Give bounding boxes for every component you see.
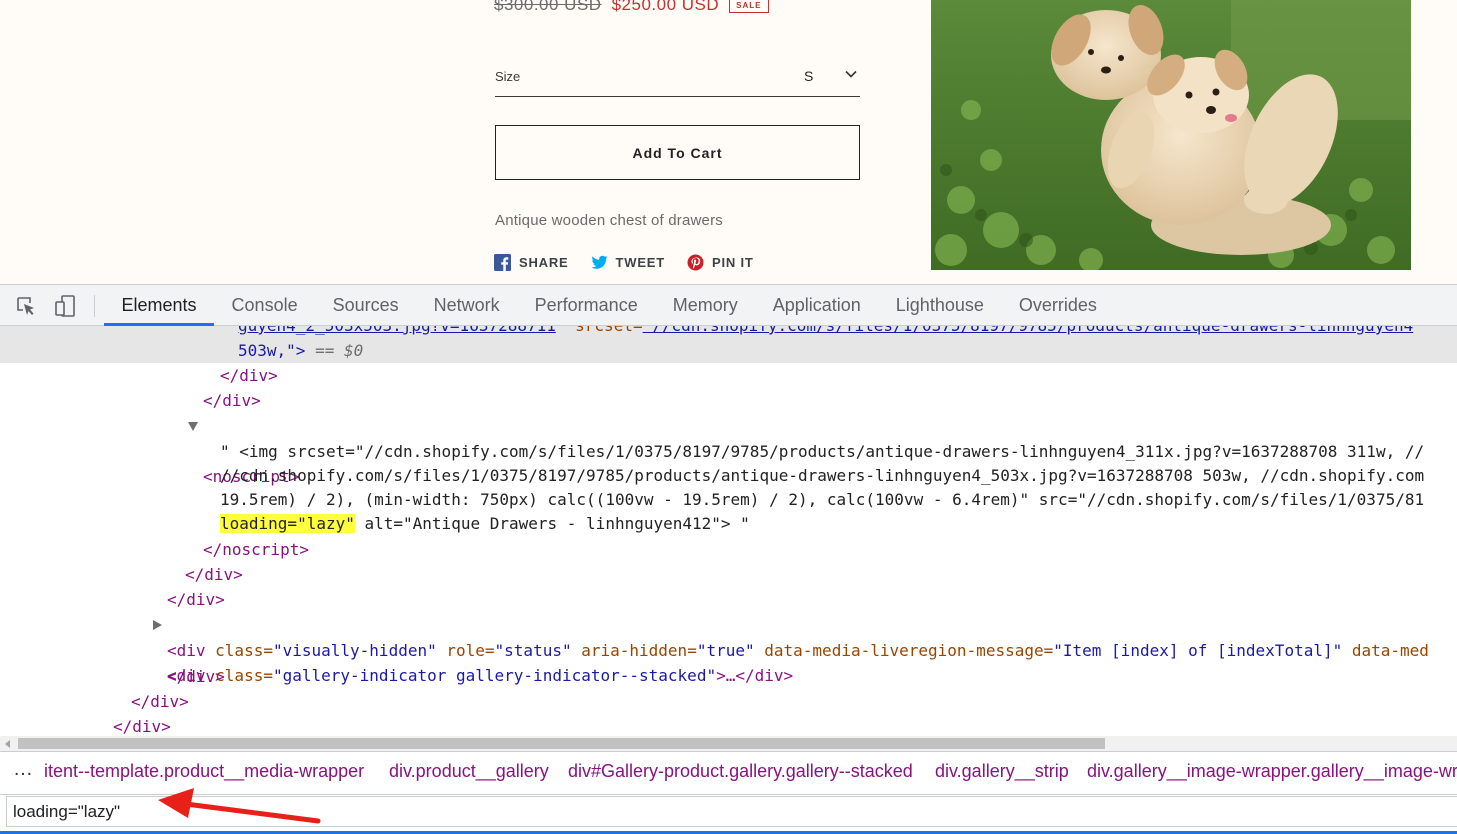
tab-performance[interactable]: Performance [517,285,655,326]
dom-tag: </div> [167,590,225,609]
dom-attr-value: "status" [494,641,572,660]
dom-line[interactable]: </div> [0,714,1457,736]
dom-line[interactable]: </div> [0,388,1457,413]
dom-link[interactable]: "//cdn.shopify.com/s/files/1/0375/8197/9… [643,326,1414,335]
dom-line-selected[interactable]: guyen4_2_503x503.jpg?v=1637288711 srcset… [0,326,1457,338]
dom-line[interactable]: </div> [0,689,1457,714]
toolbar-divider [94,295,95,317]
share-twitter-link[interactable]: TWEET [591,254,666,271]
dom-text-node: alt="Antique Drawers - linhnguyen412"> " [354,514,750,533]
breadcrumb-item[interactable]: itent--template.product__media-wrapper [44,761,364,782]
share-pinterest-link[interactable]: PIN IT [687,254,754,271]
size-label: Size [495,69,521,84]
horizontal-scrollbar[interactable] [0,736,1457,751]
dom-attr-name: aria-hidden= [571,641,697,660]
price-row: $300.00 USD $250.00 USD SALE [494,0,769,17]
dom-link[interactable]: guyen4_2_503x503.jpg?v=1637288711 [238,326,556,335]
dom-search-input[interactable] [6,796,1457,827]
dom-tag: </div> [185,565,243,584]
sale-price: $250.00 USD [611,0,720,14]
dom-line[interactable]: 19.5rem) / 2), (min-width: 750px) calc((… [0,487,1457,512]
dom-tag: </div> [167,667,225,686]
search-match-highlight: loading="lazy" [220,514,355,533]
share-facebook-link[interactable]: SHARE [494,254,569,271]
tab-lighthouse[interactable]: Lighthouse [878,285,1001,326]
collapse-triangle-icon[interactable] [153,620,162,630]
dom-tag: </div> [203,391,261,410]
dom-line[interactable]: <div class="visually-hidden" role="statu… [0,638,1457,663]
pinterest-icon [687,254,704,271]
tab-overrides[interactable]: Overrides [1001,285,1114,326]
dom-search-bar [0,795,1457,831]
dom-text-node: //cdn.shopify.com/s/files/1/0375/8197/97… [220,466,1425,485]
share-twitter-label: TWEET [615,255,666,270]
size-select[interactable]: Size S [495,58,860,97]
dom-line[interactable]: </noscript> [0,537,1457,562]
dom-line[interactable]: loading="lazy" alt="Antique Drawers - li… [0,511,1457,536]
add-to-cart-button[interactable]: Add To Cart [495,125,860,180]
breadcrumb-item[interactable]: div.gallery__strip [935,761,1069,782]
dom-attr-value: 503w,"> [238,341,306,360]
dom-line[interactable]: <div class="gallery-indicator gallery-in… [0,613,1457,685]
dom-attr-name: data-media-liveregion-message= [754,641,1054,660]
puppies-photo [931,0,1411,270]
dom-line[interactable]: <noscript> [0,414,1457,486]
devtools-tabbar: Elements Console Sources Network Perform… [0,285,1457,326]
breadcrumb-item[interactable]: div.gallery__image-wrapper.gallery__imag… [1087,761,1457,782]
scroll-left-arrow-icon[interactable] [5,740,10,748]
dom-tag: </div> [131,692,189,711]
store-page: $300.00 USD $250.00 USD SALE Size S Add … [0,0,1457,284]
dom-attr-name: data-med [1342,641,1429,660]
dom-text-node: " <img srcset="//cdn.shopify.com/s/files… [220,442,1425,461]
devtools-panel: Elements Console Sources Network Perform… [0,284,1457,834]
product-image[interactable] [931,0,1411,270]
elements-dom-tree[interactable]: guyen4_2_503x503.jpg?v=1637288711 srcset… [0,326,1457,736]
devtools-tabs: Elements Console Sources Network Perform… [104,285,1114,326]
regular-price: $300.00 USD [494,0,602,14]
tab-network[interactable]: Network [416,285,517,326]
breadcrumb-item[interactable]: div.product__gallery [389,761,549,782]
size-value: S [804,68,814,84]
tab-application[interactable]: Application [755,285,878,326]
expand-triangle-icon[interactable] [188,422,198,431]
dom-line[interactable]: </div> [0,562,1457,587]
breadcrumb-more-button[interactable]: … [13,758,34,781]
dom-tag: </div> [220,366,278,385]
dom-breadcrumb: … itent--template.product__media-wrapper… [0,751,1457,795]
social-share-row: SHARE TWEET PIN IT [494,254,754,271]
dom-text-node: 19.5rem) / 2), (min-width: 750px) calc((… [220,490,1425,509]
dom-attr-name: role= [436,641,495,660]
tab-console[interactable]: Console [214,285,315,326]
twitter-icon [591,255,608,269]
sale-badge: SALE [729,0,769,13]
dom-attr-value: "Item [index] of [indexTotal]" [1053,641,1343,660]
share-pinterest-label: PIN IT [712,255,754,270]
dom-line[interactable]: //cdn.shopify.com/s/files/1/0375/8197/97… [0,463,1457,488]
dom-tag: </noscript> [203,540,309,559]
dom-line[interactable]: " <img srcset="//cdn.shopify.com/s/files… [0,439,1457,464]
dom-line[interactable]: </div> [0,664,1457,689]
dom-line[interactable]: </div> [0,363,1457,388]
dom-line-selected[interactable]: 503w,"> == $0 [0,338,1457,363]
dom-attr-value: "true" [696,641,755,660]
dom-attr-value: "visually-hidden" [272,641,437,660]
product-description: Antique wooden chest of drawers [495,212,723,229]
dom-attr-name: srcset= [575,326,642,335]
dom-attr-name: class= [205,641,273,660]
chevron-down-icon [845,70,857,78]
breadcrumb-item[interactable]: div#Gallery-product.gallery.gallery--sta… [568,761,913,782]
tab-elements[interactable]: Elements [104,285,215,326]
share-facebook-label: SHARE [519,255,569,270]
dom-tag: </div> [113,717,171,736]
tab-sources[interactable]: Sources [315,285,416,326]
scrollbar-thumb[interactable] [18,738,1105,749]
dom-line[interactable]: </div> [0,587,1457,612]
facebook-icon [494,254,511,271]
dom-tag: <div [167,641,206,660]
inspect-element-icon[interactable] [14,294,38,318]
device-toolbar-icon[interactable] [54,294,78,318]
dom-selection-marker: == $0 [315,341,364,360]
tab-memory[interactable]: Memory [655,285,755,326]
